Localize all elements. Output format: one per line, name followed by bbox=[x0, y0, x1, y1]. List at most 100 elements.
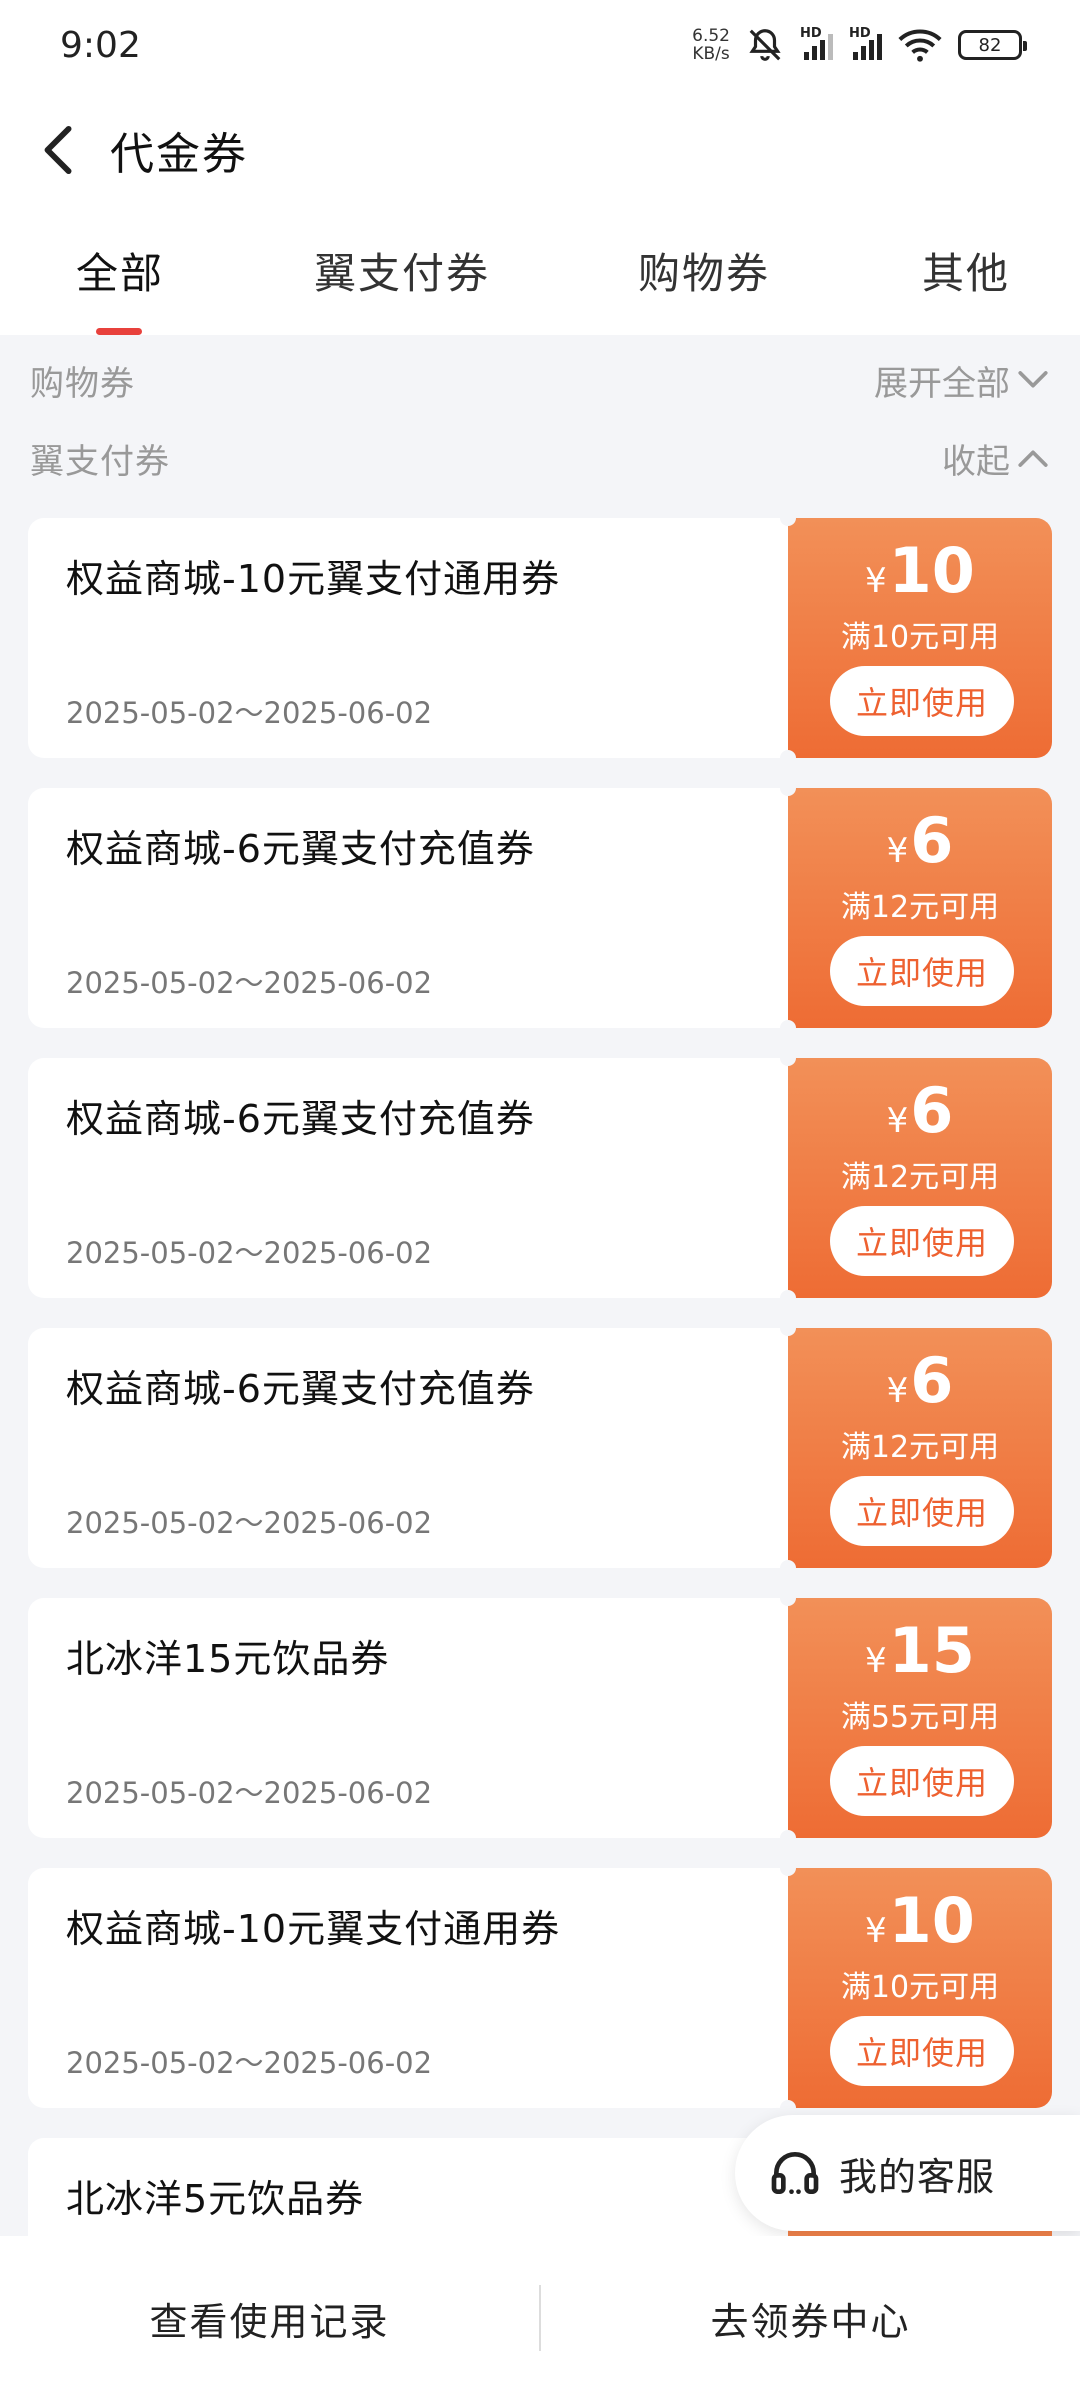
coupon-notch bbox=[780, 1860, 796, 1876]
coupon-date: 2025-05-02～2025-06-02 bbox=[66, 1506, 433, 1540]
coupon-amount: ¥6 bbox=[788, 1344, 1052, 1417]
nav-header: 代金券 bbox=[0, 90, 1080, 210]
coupon-amount-value: 6 bbox=[910, 1344, 954, 1417]
tab-bar: 全部 翼支付券 购物券 其他 bbox=[0, 210, 1080, 335]
coupon-card: 权益商城-6元翼支付充值券 2025-05-02～2025-06-02 ¥6 满… bbox=[28, 780, 1052, 1036]
tab-shopping[interactable]: 购物券 bbox=[638, 240, 770, 301]
signal-icon-2: HD bbox=[849, 26, 882, 60]
coupon-currency: ¥ bbox=[886, 1101, 909, 1141]
coupon-value-panel: ¥6 满12元可用 立即使用 bbox=[788, 788, 1052, 1028]
tab-all[interactable]: 全部 bbox=[76, 240, 164, 301]
coupon-date: 2025-05-02～2025-06-02 bbox=[66, 1776, 433, 1810]
signal-hd-label-1: HD bbox=[800, 26, 822, 41]
coupon-date: 2025-05-02～2025-06-02 bbox=[66, 696, 433, 730]
coupon-card: 权益商城-6元翼支付充值券 2025-05-02～2025-06-02 ¥6 满… bbox=[28, 1050, 1052, 1306]
coupon-info: 北冰洋15元饮品券 2025-05-02～2025-06-02 bbox=[28, 1598, 788, 1838]
coupon-name: 北冰洋5元饮品券 bbox=[66, 2177, 365, 2221]
section-yzf-label: 翼支付券 bbox=[30, 441, 170, 482]
coupon-notch bbox=[780, 2100, 796, 2116]
coupon-amount-value: 10 bbox=[888, 1884, 975, 1957]
coupon-amount: ¥15 bbox=[788, 1614, 1052, 1687]
signal-icon-1: HD bbox=[800, 26, 833, 60]
coupon-name: 权益商城-6元翼支付充值券 bbox=[66, 1097, 535, 1141]
coupon-notch bbox=[780, 1590, 796, 1606]
tab-other[interactable]: 其他 bbox=[922, 240, 1010, 301]
coupon-card: 权益商城-10元翼支付通用券 2025-05-02～2025-06-02 ¥10… bbox=[28, 510, 1052, 766]
coupon-condition: 满10元可用 bbox=[840, 1970, 1000, 2005]
tab-active-indicator bbox=[96, 328, 142, 335]
coupon-name: 权益商城-10元翼支付通用券 bbox=[66, 1907, 561, 1951]
coupon-currency: ¥ bbox=[865, 1911, 887, 1951]
section-shopping: 购物券 展开全部 bbox=[0, 350, 1080, 410]
app-root: 9:02 6.52 KB/s HD HD 82 代金券 全部 翼支付券 购物券 … bbox=[0, 0, 1080, 2400]
collapse-label: 收起 bbox=[942, 441, 1010, 482]
net-speed-unit: KB/s bbox=[692, 44, 730, 64]
tab-yzf[interactable]: 翼支付券 bbox=[314, 240, 490, 301]
coupon-condition: 满12元可用 bbox=[840, 890, 1000, 925]
coupon-notch bbox=[780, 510, 796, 526]
bottom-action-bar: 查看使用记录 去领券中心 bbox=[0, 2236, 1080, 2400]
coupon-notch bbox=[780, 1290, 796, 1306]
status-icons: 6.52 KB/s HD HD 82 bbox=[692, 26, 1027, 64]
net-speed-value: 6.52 bbox=[692, 26, 730, 46]
use-now-button[interactable]: 立即使用 bbox=[830, 2016, 1014, 2086]
customer-service-button[interactable]: 我的客服 bbox=[735, 2115, 1080, 2231]
chevron-up-icon bbox=[1018, 450, 1048, 467]
coupon-info: 权益商城-6元翼支付充值券 2025-05-02～2025-06-02 bbox=[28, 788, 788, 1028]
expand-all-button[interactable]: 展开全部 bbox=[874, 356, 1050, 405]
coupon-amount-value: 15 bbox=[888, 1614, 975, 1687]
use-now-button[interactable]: 立即使用 bbox=[830, 1476, 1014, 1546]
coupon-value-panel: ¥15 满55元可用 立即使用 bbox=[788, 1598, 1052, 1838]
coupon-card: 权益商城-10元翼支付通用券 2025-05-02～2025-06-02 ¥10… bbox=[28, 1860, 1052, 2116]
view-usage-history-button[interactable]: 查看使用记录 bbox=[0, 2291, 539, 2346]
coupon-info: 权益商城-10元翼支付通用券 2025-05-02～2025-06-02 bbox=[28, 518, 788, 758]
coupon-currency: ¥ bbox=[865, 1641, 887, 1681]
back-button[interactable] bbox=[0, 90, 110, 210]
chevron-down-icon bbox=[1018, 371, 1048, 388]
coupon-condition: 满12元可用 bbox=[840, 1430, 1000, 1465]
coupon-amount: ¥10 bbox=[788, 534, 1052, 607]
status-time: 9:02 bbox=[60, 24, 141, 66]
coupon-date: 2025-05-02～2025-06-02 bbox=[66, 966, 433, 1000]
coupon-currency: ¥ bbox=[886, 1371, 909, 1411]
coupon-notch bbox=[780, 780, 796, 796]
coupon-notch bbox=[780, 1830, 796, 1846]
coupon-name: 北冰洋15元饮品券 bbox=[66, 1637, 390, 1681]
collapse-button[interactable]: 收起 bbox=[942, 434, 1050, 483]
use-now-button[interactable]: 立即使用 bbox=[830, 936, 1014, 1006]
coupon-name: 权益商城-10元翼支付通用券 bbox=[66, 557, 561, 601]
coupon-amount-value: 10 bbox=[888, 534, 975, 607]
coupon-name: 权益商城-6元翼支付充值券 bbox=[66, 827, 535, 871]
coupon-info: 权益商城-10元翼支付通用券 2025-05-02～2025-06-02 bbox=[28, 1868, 788, 2108]
battery-level: 82 bbox=[978, 34, 1002, 56]
use-now-button[interactable]: 立即使用 bbox=[830, 666, 1014, 736]
section-yzf: 翼支付券 收起 bbox=[0, 428, 1080, 488]
coupon-card: 权益商城-6元翼支付充值券 2025-05-02～2025-06-02 ¥6 满… bbox=[28, 1320, 1052, 1576]
coupon-date: 2025-05-02～2025-06-02 bbox=[66, 1236, 433, 1270]
coupon-info: 权益商城-6元翼支付充值券 2025-05-02～2025-06-02 bbox=[28, 1058, 788, 1298]
use-now-button[interactable]: 立即使用 bbox=[830, 1746, 1014, 1816]
status-bar: 9:02 6.52 KB/s HD HD 82 bbox=[0, 0, 1080, 90]
coupon-notch bbox=[780, 1320, 796, 1336]
coupon-notch bbox=[780, 750, 796, 766]
coupon-notch bbox=[780, 1020, 796, 1036]
use-now-button[interactable]: 立即使用 bbox=[830, 1206, 1014, 1276]
customer-service-label: 我的客服 bbox=[839, 2154, 996, 2199]
coupon-condition: 满55元可用 bbox=[840, 1700, 1000, 1735]
chevron-left-icon bbox=[44, 125, 72, 175]
coupon-info: 权益商城-6元翼支付充值券 2025-05-02～2025-06-02 bbox=[28, 1328, 788, 1568]
coupon-currency: ¥ bbox=[865, 561, 887, 601]
expand-all-label: 展开全部 bbox=[874, 363, 1010, 404]
coupon-amount: ¥6 bbox=[788, 1074, 1052, 1147]
wifi-icon bbox=[898, 28, 942, 62]
coupon-card: 北冰洋15元饮品券 2025-05-02～2025-06-02 ¥15 满55元… bbox=[28, 1590, 1052, 1846]
coupon-notch bbox=[780, 1560, 796, 1576]
signal-hd-label-2: HD bbox=[849, 26, 871, 41]
coupon-condition: 满10元可用 bbox=[840, 620, 1000, 655]
coupon-name: 权益商城-6元翼支付充值券 bbox=[66, 1367, 535, 1411]
coupon-date: 2025-05-02～2025-06-02 bbox=[66, 2046, 433, 2080]
coupon-value-panel: ¥10 满10元可用 立即使用 bbox=[788, 518, 1052, 758]
page-title: 代金券 bbox=[110, 129, 248, 180]
coupon-value-panel: ¥6 满12元可用 立即使用 bbox=[788, 1328, 1052, 1568]
coupon-center-button[interactable]: 去领券中心 bbox=[541, 2291, 1080, 2346]
